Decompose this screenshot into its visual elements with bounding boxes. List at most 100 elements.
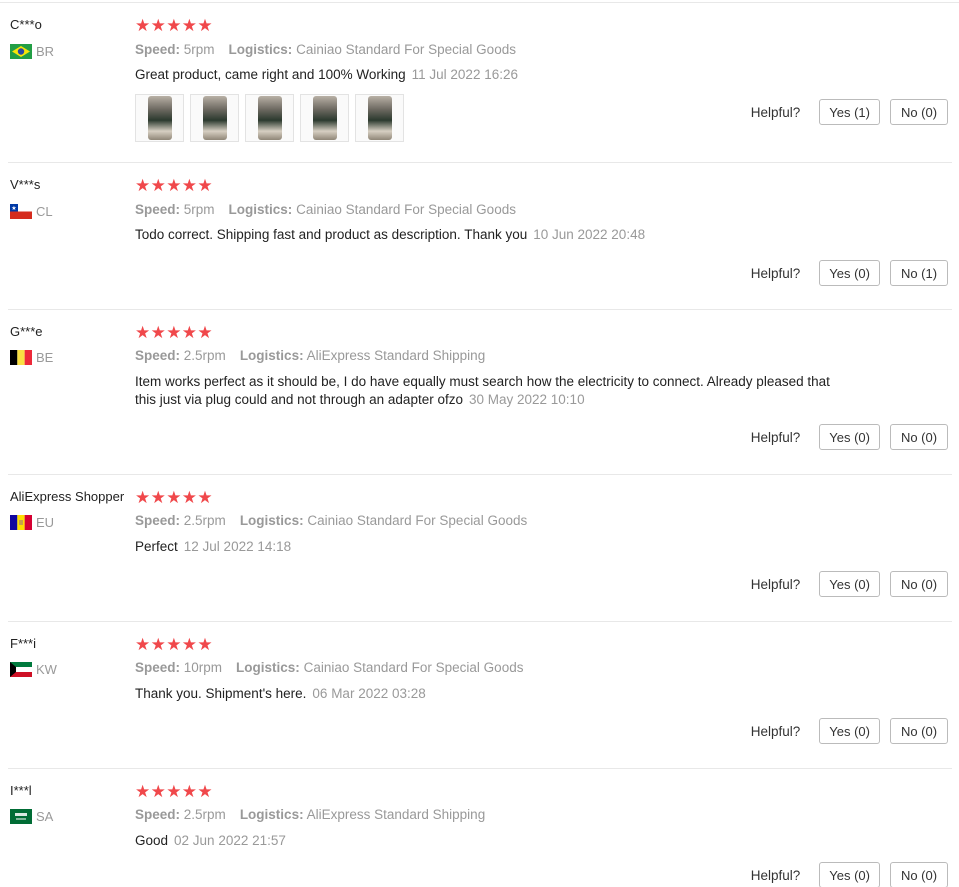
country-code: EU	[36, 515, 55, 530]
reviewer-name: C***o	[10, 17, 42, 32]
product-photo	[312, 96, 337, 140]
reviewer-country: ★ CL	[10, 204, 53, 219]
helpful-no-button[interactable]: No (1)	[890, 260, 948, 286]
reviewer-name: V***s	[10, 177, 41, 192]
helpful-no-button[interactable]: No (0)	[890, 424, 948, 450]
belgium-flag-icon	[10, 350, 32, 365]
helpful-vote: Helpful? Yes (0) No (0)	[751, 862, 948, 887]
country-code: CL	[36, 204, 53, 219]
speed-value: 5rpm	[183, 202, 215, 217]
review-info: Speed: 10rpm Logistics: Cainiao Standard …	[135, 660, 523, 675]
country-code: BR	[36, 44, 55, 59]
product-photo	[147, 96, 172, 140]
helpful-vote: Helpful? Yes (0) No (0)	[751, 571, 948, 597]
logistics-label: Logistics:	[239, 348, 304, 363]
review-info: Speed: 2.5rpm Logistics: AliExpress Stand…	[135, 807, 485, 822]
review-text: Todo correct. Shipping fast and product …	[135, 226, 855, 244]
helpful-yes-button[interactable]: Yes (1)	[819, 99, 880, 125]
logistics-label: Logistics:	[239, 807, 304, 822]
speed-value: 5rpm	[183, 42, 215, 57]
helpful-label: Helpful?	[750, 576, 801, 592]
star-icon: ★	[181, 16, 198, 35]
review-body: Great product, came right and 100% Worki…	[135, 67, 406, 82]
star-icon: ★	[166, 323, 182, 342]
star-icon: ★	[150, 16, 166, 35]
star-icon: ★	[197, 488, 213, 507]
kuwait-flag-icon	[10, 662, 32, 677]
review-date: 02 Jun 2022 21:57	[174, 833, 286, 848]
helpful-yes-button[interactable]: Yes (0)	[819, 862, 880, 887]
star-icon: ★	[181, 488, 198, 507]
country-code: SA	[36, 809, 54, 824]
reviewer-name: I***l	[10, 783, 32, 798]
logistics-label: Logistics:	[236, 660, 300, 675]
reviewer-name: F***i	[10, 636, 37, 651]
product-photo	[257, 96, 282, 140]
helpful-yes-button[interactable]: Yes (0)	[819, 424, 880, 450]
helpful-yes-button[interactable]: Yes (0)	[819, 260, 880, 286]
helpful-yes-button[interactable]: Yes (0)	[819, 718, 880, 744]
helpful-no-button[interactable]: No (0)	[890, 571, 948, 597]
rating-stars: ★★★★★	[135, 783, 213, 800]
star-icon: ★	[197, 323, 213, 342]
review-text: Good 02 Jun 2022 21:57	[135, 832, 855, 850]
helpful-no-button[interactable]: No (0)	[890, 718, 948, 744]
star-icon: ★	[135, 323, 151, 342]
review-photo-thumbnail[interactable]	[190, 94, 239, 142]
review-text: Great product, came right and 100% Worki…	[135, 66, 855, 84]
star-icon: ★	[150, 176, 166, 195]
speed-label: Speed:	[135, 660, 181, 675]
reviewer-name: AliExpress Shopper	[10, 489, 125, 504]
reviewer-name: G***e	[10, 324, 43, 339]
top-divider	[0, 2, 959, 3]
helpful-vote: Helpful? Yes (0) No (0)	[751, 718, 948, 744]
speed-label: Speed:	[135, 42, 181, 57]
review-text: Thank you. Shipment's here. 06 Mar 2022 0…	[135, 685, 855, 703]
logistics-value: Cainiao Standard For Special Goods	[296, 202, 516, 217]
review-photo-thumbnail[interactable]	[300, 94, 349, 142]
star-icon: ★	[150, 782, 166, 801]
star-icon: ★	[181, 635, 198, 654]
helpful-yes-button[interactable]: Yes (0)	[819, 571, 880, 597]
review-date: 06 Mar 2022 03:28	[312, 686, 426, 701]
review-photo-thumbnail[interactable]	[135, 94, 184, 142]
review-date: 30 May 2022 10:10	[468, 392, 585, 407]
review-divider	[8, 162, 952, 163]
helpful-label: Helpful?	[750, 104, 801, 120]
review-divider	[8, 621, 952, 622]
review-date: 11 Jul 2022 16:26	[411, 67, 518, 82]
helpful-label: Helpful?	[750, 867, 801, 883]
speed-label: Speed:	[135, 348, 181, 363]
reviewer-country: SA	[10, 809, 53, 824]
reviewer-country: BR	[10, 44, 54, 59]
logistics-label: Logistics:	[228, 202, 293, 217]
reviewer-country: EU	[10, 515, 54, 530]
star-icon: ★	[135, 16, 151, 35]
helpful-vote: Helpful? Yes (0) No (1)	[751, 260, 948, 286]
review-divider	[8, 474, 952, 475]
logistics-value: Cainiao Standard For Special Goods	[303, 660, 524, 675]
star-icon: ★	[181, 323, 198, 342]
star-icon: ★	[166, 782, 182, 801]
svg-text:★: ★	[11, 205, 16, 212]
reviewer-country: BE	[10, 350, 53, 365]
review-photos	[135, 94, 410, 142]
review-list: C***o BR ★★★★★ Speed: 5rpm Logistics: Cai…	[0, 0, 959, 887]
star-icon: ★	[135, 488, 151, 507]
country-code: KW	[36, 662, 57, 677]
helpful-label: Helpful?	[750, 265, 801, 281]
star-icon: ★	[197, 16, 213, 35]
logistics-value: AliExpress Standard Shipping	[306, 348, 486, 363]
review-body: Good	[135, 833, 169, 848]
review-info: Speed: 2.5rpm Logistics: AliExpress Stand…	[135, 348, 485, 363]
helpful-no-button[interactable]: No (0)	[890, 862, 948, 887]
review-photo-thumbnail[interactable]	[245, 94, 294, 142]
review-body: Thank you. Shipment's here.	[135, 686, 307, 701]
logistics-value: Cainiao Standard For Special Goods	[307, 513, 528, 528]
chile-flag-icon: ★	[10, 204, 32, 219]
helpful-no-button[interactable]: No (0)	[890, 99, 948, 125]
star-icon: ★	[166, 176, 182, 195]
product-photo	[367, 96, 392, 140]
review-photo-thumbnail[interactable]	[355, 94, 404, 142]
helpful-label: Helpful?	[750, 429, 801, 445]
